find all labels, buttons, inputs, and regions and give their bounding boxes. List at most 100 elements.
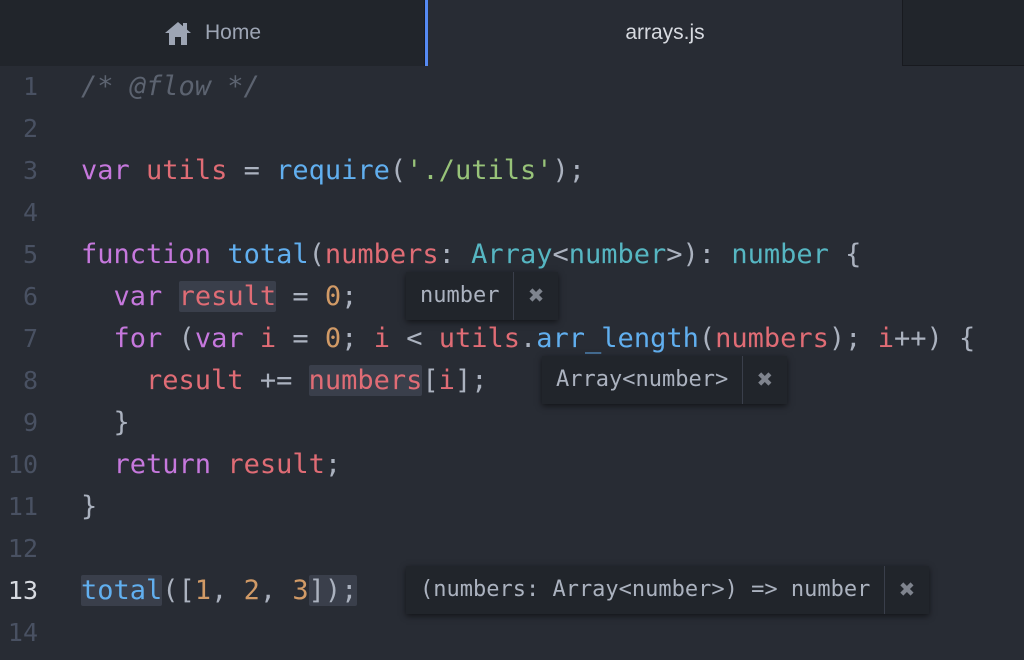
type-tooltip-text: Array<number> — [542, 356, 744, 404]
punctuation: ]; — [454, 365, 488, 396]
number-literal: 0 — [324, 323, 342, 354]
variable-name: i — [877, 323, 894, 354]
close-icon[interactable]: ✖ — [743, 356, 787, 404]
code-line: 1 /* @flow */ — [0, 66, 1024, 108]
punctuation: , — [259, 575, 293, 606]
line-number: 7 — [22, 324, 38, 353]
code-line: 8 result += numbers[i]; — [0, 360, 1024, 402]
line-number: 5 — [22, 240, 38, 269]
punctuation: < — [552, 239, 569, 270]
code-line: 4 — [0, 192, 1024, 234]
code-line: 3 var utils = require('./utils'); — [0, 150, 1024, 192]
operator: = — [276, 281, 325, 312]
type-name: number — [568, 239, 667, 270]
code-line: 2 — [0, 108, 1024, 150]
number-literal: 0 — [324, 281, 342, 312]
function-call-highlighted[interactable]: total — [81, 575, 162, 606]
closing-brace: } — [113, 407, 130, 438]
variable-name-highlighted[interactable]: numbers — [308, 365, 423, 396]
line-number: 11 — [7, 492, 38, 521]
operator: = — [276, 323, 325, 354]
line-number: 1 — [22, 72, 38, 101]
variable-name: result — [227, 449, 325, 480]
punctuation: . — [520, 323, 537, 354]
punctuation: : — [438, 239, 472, 270]
return-type: number — [731, 239, 829, 270]
home-icon — [163, 20, 193, 46]
punctuation: ]); — [308, 575, 358, 606]
number-literal: 1 — [194, 575, 212, 606]
punctuation: ): — [682, 239, 732, 270]
code-line: 12 — [0, 528, 1024, 570]
flow-comment: /* @flow */ — [81, 71, 260, 102]
variable-name: utils — [438, 323, 521, 354]
string-literal: './utils' — [406, 155, 553, 186]
tab-arrays-js[interactable]: arrays.js — [425, 0, 903, 66]
type-tooltip-text: number — [406, 272, 515, 320]
operator: = — [227, 155, 277, 186]
line-number: 4 — [22, 198, 38, 227]
variable-name: i — [259, 323, 277, 354]
keyword: function — [81, 239, 212, 270]
punctuation: ([ — [162, 575, 195, 606]
punctuation: ); — [552, 155, 585, 186]
line-number: 13 — [7, 576, 38, 605]
keyword: var — [194, 323, 244, 354]
operator: += — [243, 365, 309, 396]
code-line: 10 return result; — [0, 444, 1024, 486]
punctuation: [ — [422, 365, 439, 396]
line-number: 3 — [22, 156, 38, 185]
tab-home[interactable]: Home — [0, 0, 425, 66]
variable-name: utils — [146, 155, 228, 186]
punctuation: > — [666, 239, 683, 270]
function-call: require — [276, 155, 390, 186]
punctuation: ); — [828, 323, 878, 354]
number-literal: 2 — [243, 575, 260, 606]
close-icon[interactable]: ✖ — [885, 566, 929, 614]
type-tooltip: (numbers: Array<number>) => number ✖ — [406, 566, 930, 614]
variable-name: result — [146, 365, 244, 396]
close-icon[interactable]: ✖ — [514, 272, 558, 320]
function-name: total — [227, 239, 309, 270]
line-number: 14 — [7, 618, 38, 647]
punctuation: ; — [324, 449, 342, 480]
code-editor[interactable]: 1 /* @flow */ 2 3 var utils = require('.… — [0, 66, 1024, 660]
line-number: 12 — [7, 534, 38, 563]
type-tooltip: number ✖ — [406, 272, 559, 320]
punctuation: ; — [341, 323, 374, 354]
tab-arrays-js-label: arrays.js — [625, 21, 705, 44]
code-line: 5 function total(numbers: Array<number>)… — [0, 234, 1024, 276]
code-line: 11 } — [0, 486, 1024, 528]
variable-name: i — [373, 323, 390, 354]
line-number: 8 — [22, 366, 38, 395]
punctuation: ( — [308, 239, 325, 270]
variable-name: numbers — [715, 323, 829, 354]
keyword: var — [113, 281, 163, 312]
punctuation: ; — [341, 281, 358, 312]
variable-name-highlighted[interactable]: result — [178, 281, 277, 312]
number-literal: 3 — [292, 575, 309, 606]
tab-bar: Home arrays.js — [0, 0, 1024, 66]
keyword: for — [113, 323, 163, 354]
line-number: 6 — [22, 282, 38, 311]
type-tooltip-text: (numbers: Array<number>) => number — [406, 566, 886, 614]
punctuation: ( — [698, 323, 716, 354]
punctuation: ( — [389, 155, 407, 186]
code-line: 14 — [0, 612, 1024, 654]
line-number: 10 — [7, 450, 38, 479]
line-number: 9 — [22, 408, 38, 437]
closing-brace: } — [81, 491, 98, 522]
type-name: Array — [471, 239, 553, 270]
variable-name: i — [438, 365, 455, 396]
punctuation: ++) { — [893, 323, 976, 354]
code-line: 7 for (var i = 0; i < utils.arr_length(n… — [0, 318, 1024, 360]
type-tooltip: Array<number> ✖ — [542, 356, 788, 404]
function-call: arr_length — [536, 323, 699, 354]
line-number: 2 — [22, 114, 38, 143]
keyword: var — [81, 155, 130, 186]
punctuation: , — [211, 575, 244, 606]
tab-home-label: Home — [204, 21, 262, 44]
param-name: numbers — [324, 239, 439, 270]
punctuation: ( — [162, 323, 195, 354]
operator: < — [389, 323, 439, 354]
